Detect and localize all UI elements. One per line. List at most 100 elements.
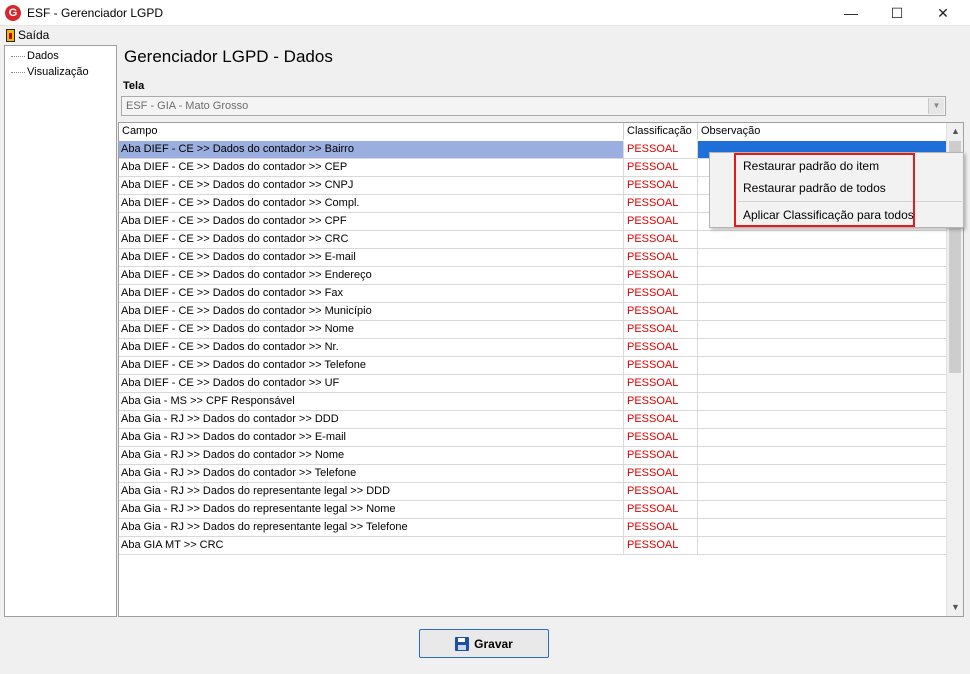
tela-selected-value: ESF - GIA - Mato Grosso [126, 100, 249, 112]
column-header-classificacao[interactable]: Classificação [624, 123, 698, 140]
table-row[interactable]: Aba DIEF - CE >> Dados do contador >> UF… [119, 375, 947, 393]
cell-campo[interactable]: Aba DIEF - CE >> Dados do contador >> CN… [119, 177, 624, 194]
tree-item-visualizacao[interactable]: Visualização [11, 66, 89, 78]
cell-observacao[interactable] [698, 231, 947, 248]
cell-observacao[interactable] [698, 447, 947, 464]
cell-classificacao[interactable]: PESSOAL [624, 447, 698, 464]
cell-classificacao[interactable]: PESSOAL [624, 267, 698, 284]
tree-item-label: Visualização [27, 66, 89, 78]
tree-item-dados[interactable]: Dados [11, 50, 59, 62]
cell-observacao[interactable] [698, 519, 947, 536]
table-row[interactable]: Aba Gia - RJ >> Dados do representante l… [119, 483, 947, 501]
table-row[interactable]: Aba Gia - RJ >> Dados do contador >> E-m… [119, 429, 947, 447]
cell-classificacao[interactable]: PESSOAL [624, 321, 698, 338]
cell-classificacao[interactable]: PESSOAL [624, 465, 698, 482]
cell-classificacao[interactable]: PESSOAL [624, 375, 698, 392]
cell-campo[interactable]: Aba DIEF - CE >> Dados do contador >> Mu… [119, 303, 624, 320]
menu-exit[interactable]: Saída [6, 28, 49, 42]
table-row[interactable]: Aba Gia - RJ >> Dados do contador >> DDD… [119, 411, 947, 429]
cell-campo[interactable]: Aba DIEF - CE >> Dados do contador >> Te… [119, 357, 624, 374]
table-row[interactable]: Aba Gia - RJ >> Dados do contador >> Tel… [119, 465, 947, 483]
cell-campo[interactable]: Aba DIEF - CE >> Dados do contador >> CE… [119, 159, 624, 176]
cell-campo[interactable]: Aba GIA MT >> CRC [119, 537, 624, 554]
cell-campo[interactable]: Aba Gia - RJ >> Dados do representante l… [119, 519, 624, 536]
scroll-up-icon[interactable]: ▲ [947, 123, 963, 140]
cell-classificacao[interactable]: PESSOAL [624, 501, 698, 518]
cell-observacao[interactable] [698, 393, 947, 410]
table-row[interactable]: Aba DIEF - CE >> Dados do contador >> Fa… [119, 285, 947, 303]
cell-campo[interactable]: Aba Gia - MS >> CPF Responsável [119, 393, 624, 410]
cell-campo[interactable]: Aba DIEF - CE >> Dados do contador >> Nr… [119, 339, 624, 356]
cell-observacao[interactable] [698, 483, 947, 500]
table-row[interactable]: Aba DIEF - CE >> Dados do contador >> Te… [119, 357, 947, 375]
cell-campo[interactable]: Aba DIEF - CE >> Dados do contador >> CR… [119, 231, 624, 248]
table-row[interactable]: Aba DIEF - CE >> Dados do contador >> Nr… [119, 339, 947, 357]
table-row[interactable]: Aba DIEF - CE >> Dados do contador >> Mu… [119, 303, 947, 321]
table-row[interactable]: Aba Gia - MS >> CPF Responsável PESSOAL [119, 393, 947, 411]
menu-exit-label: Saída [18, 28, 50, 42]
maximize-button[interactable]: ☐ [874, 0, 920, 26]
table-row[interactable]: Aba DIEF - CE >> Dados do contador >> No… [119, 321, 947, 339]
table-row[interactable]: Aba DIEF - CE >> Dados do contador >> CR… [119, 231, 947, 249]
cell-classificacao[interactable]: PESSOAL [624, 177, 698, 194]
cell-campo[interactable]: Aba Gia - RJ >> Dados do representante l… [119, 501, 624, 518]
cell-classificacao[interactable]: PESSOAL [624, 537, 698, 554]
table-row[interactable]: Aba Gia - RJ >> Dados do representante l… [119, 501, 947, 519]
cell-campo[interactable]: Aba DIEF - CE >> Dados do contador >> En… [119, 267, 624, 284]
cell-classificacao[interactable]: PESSOAL [624, 285, 698, 302]
cell-campo[interactable]: Aba DIEF - CE >> Dados do contador >> No… [119, 321, 624, 338]
tree-connector [11, 55, 25, 57]
table-row[interactable]: Aba Gia - RJ >> Dados do representante l… [119, 519, 947, 537]
table-row[interactable]: Aba Gia - RJ >> Dados do contador >> Nom… [119, 447, 947, 465]
cell-classificacao[interactable]: PESSOAL [624, 411, 698, 428]
cell-campo[interactable]: Aba DIEF - CE >> Dados do contador >> CP… [119, 213, 624, 230]
cell-classificacao[interactable]: PESSOAL [624, 303, 698, 320]
cell-campo[interactable]: Aba Gia - RJ >> Dados do contador >> Nom… [119, 447, 624, 464]
cell-campo[interactable]: Aba DIEF - CE >> Dados do contador >> Ba… [119, 141, 624, 158]
cell-campo[interactable]: Aba Gia - RJ >> Dados do contador >> Tel… [119, 465, 624, 482]
cell-classificacao[interactable]: PESSOAL [624, 195, 698, 212]
cell-observacao[interactable] [698, 375, 947, 392]
cell-campo[interactable]: Aba DIEF - CE >> Dados do contador >> E-… [119, 249, 624, 266]
cell-classificacao[interactable]: PESSOAL [624, 213, 698, 230]
table-row[interactable]: Aba GIA MT >> CRC PESSOAL [119, 537, 947, 555]
column-header-observacao[interactable]: Observação [698, 123, 947, 140]
cell-classificacao[interactable]: PESSOAL [624, 519, 698, 536]
cell-classificacao[interactable]: PESSOAL [624, 429, 698, 446]
cell-classificacao[interactable]: PESSOAL [624, 231, 698, 248]
cell-campo[interactable]: Aba DIEF - CE >> Dados do contador >> UF [119, 375, 624, 392]
cell-observacao[interactable] [698, 537, 947, 554]
cell-observacao[interactable] [698, 339, 947, 356]
cell-observacao[interactable] [698, 411, 947, 428]
cell-campo[interactable]: Aba DIEF - CE >> Dados do contador >> Fa… [119, 285, 624, 302]
cell-classificacao[interactable]: PESSOAL [624, 339, 698, 356]
cell-campo[interactable]: Aba DIEF - CE >> Dados do contador >> Co… [119, 195, 624, 212]
cell-campo[interactable]: Aba Gia - RJ >> Dados do contador >> DDD [119, 411, 624, 428]
minimize-button[interactable]: — [828, 0, 874, 26]
scroll-down-icon[interactable]: ▼ [947, 599, 963, 616]
cell-observacao[interactable] [698, 429, 947, 446]
cell-campo[interactable]: Aba Gia - RJ >> Dados do contador >> E-m… [119, 429, 624, 446]
tela-select[interactable]: ESF - GIA - Mato Grosso ▼ [121, 96, 946, 116]
cell-observacao[interactable] [698, 501, 947, 518]
cell-observacao[interactable] [698, 267, 947, 284]
cell-classificacao[interactable]: PESSOAL [624, 393, 698, 410]
cell-classificacao[interactable]: PESSOAL [624, 249, 698, 266]
close-button[interactable]: ✕ [920, 0, 966, 26]
cell-observacao[interactable] [698, 465, 947, 482]
cell-campo[interactable]: Aba Gia - RJ >> Dados do representante l… [119, 483, 624, 500]
chevron-down-icon[interactable]: ▼ [928, 98, 944, 114]
cell-classificacao[interactable]: PESSOAL [624, 159, 698, 176]
column-header-campo[interactable]: Campo [119, 123, 624, 140]
cell-classificacao[interactable]: PESSOAL [624, 357, 698, 374]
table-row[interactable]: Aba DIEF - CE >> Dados do contador >> E-… [119, 249, 947, 267]
cell-observacao[interactable] [698, 321, 947, 338]
cell-classificacao[interactable]: PESSOAL [624, 141, 698, 158]
cell-classificacao[interactable]: PESSOAL [624, 483, 698, 500]
save-button[interactable]: Gravar [419, 629, 549, 658]
table-row[interactable]: Aba DIEF - CE >> Dados do contador >> En… [119, 267, 947, 285]
cell-observacao[interactable] [698, 285, 947, 302]
cell-observacao[interactable] [698, 357, 947, 374]
cell-observacao[interactable] [698, 249, 947, 266]
cell-observacao[interactable] [698, 303, 947, 320]
